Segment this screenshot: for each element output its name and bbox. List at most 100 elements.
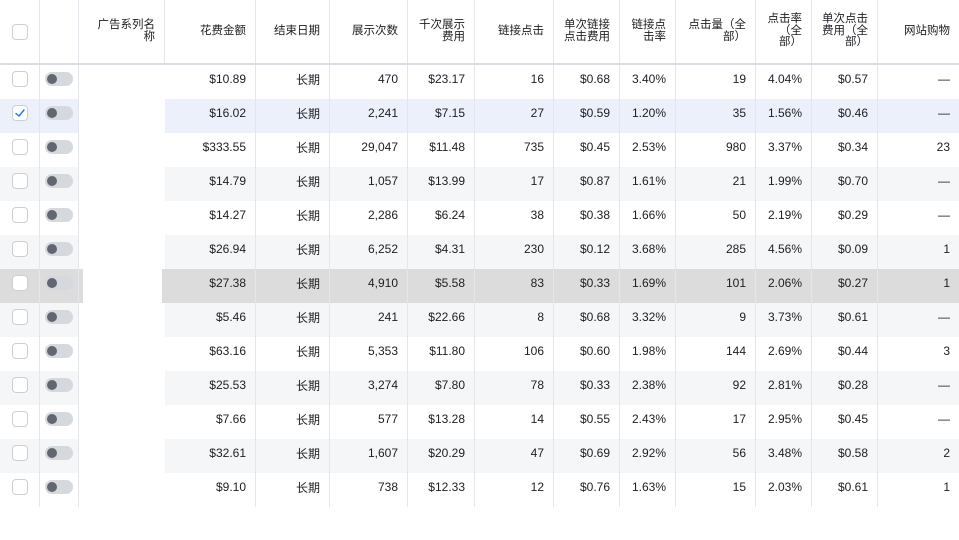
- campaign-name-cell[interactable]: [79, 439, 165, 473]
- header-cpm[interactable]: 千次展示 费用: [408, 0, 475, 63]
- ctr-all-cell: 1.99%: [756, 167, 812, 201]
- row-checkbox[interactable]: [11, 173, 28, 189]
- header-cpc-link[interactable]: 单次链接 点击费用: [554, 0, 620, 63]
- delivery-toggle[interactable]: [45, 72, 73, 86]
- table-row[interactable]: $7.66 长期 577 $13.28 14 $0.55 2.43% 17 2.95% $0.45…: [0, 405, 959, 439]
- table-row[interactable]: $25.53 长期 3,274 $7.80 78 $0.33 2.38% 92 2.81% $0.…: [0, 371, 959, 405]
- header-campaign-name[interactable]: 广告系列名称: [79, 0, 165, 63]
- toggle-knob: [47, 380, 57, 390]
- row-checkbox[interactable]: [11, 343, 28, 359]
- row-checkbox[interactable]: [11, 411, 28, 427]
- row-checkbox[interactable]: [11, 105, 28, 121]
- table-row[interactable]: $16.02 长期 2,241 $7.15 27 $0.59 1.20% 35 1.56% $0.…: [0, 99, 959, 133]
- table-header: 广告系列名称 花费金额 结束日期 展示次数 千次展示 费用 链接点击 单次链接 点击…: [0, 0, 959, 65]
- campaign-name-cell[interactable]: [79, 405, 165, 439]
- campaign-name-cell[interactable]: [79, 303, 165, 337]
- row-checkbox[interactable]: [11, 241, 28, 257]
- cpc-link-cell: $0.60: [554, 337, 620, 371]
- table-row[interactable]: $10.89 长期 470 $23.17 16 $0.68 3.40% 19 4.04% $0.5…: [0, 65, 959, 99]
- row-checkbox[interactable]: [11, 377, 28, 393]
- delivery-toggle[interactable]: [45, 174, 73, 188]
- table-row[interactable]: $333.55 长期 29,047 $11.48 735 $0.45 2.53% 980 3.3…: [0, 133, 959, 167]
- clicks-all-cell: 285: [676, 235, 756, 269]
- cpc-link-cell: $0.45: [554, 133, 620, 167]
- row-checkbox[interactable]: [11, 479, 28, 495]
- header-spend[interactable]: 花费金额: [165, 0, 256, 63]
- select-all-checkbox[interactable]: [11, 23, 28, 40]
- cpc-link-cell: $0.33: [554, 371, 620, 405]
- cpm-cell: $6.24: [408, 201, 475, 235]
- delivery-toggle[interactable]: [45, 480, 73, 494]
- delivery-toggle[interactable]: [45, 378, 73, 392]
- delivery-toggle[interactable]: [45, 344, 73, 358]
- campaign-name-cell[interactable]: [79, 167, 165, 201]
- row-checkbox[interactable]: [11, 207, 28, 223]
- header-ctr-all[interactable]: 点击率 （全 部）: [756, 0, 812, 63]
- table-body: $10.89 长期 470 $23.17 16 $0.68 3.40% 19 4.04% $0.5…: [0, 65, 959, 507]
- toggle-knob: [47, 176, 57, 186]
- row-toggle-cell: [40, 167, 79, 201]
- campaign-name-cell[interactable]: [79, 337, 165, 371]
- campaign-name-cell[interactable]: [79, 235, 165, 269]
- delivery-toggle[interactable]: [45, 276, 73, 290]
- table-row[interactable]: $32.61 长期 1,607 $20.29 47 $0.69 2.92% 56 3.48% $0…: [0, 439, 959, 473]
- spend-cell: $9.10: [165, 473, 256, 507]
- row-checkbox[interactable]: [11, 275, 28, 291]
- row-checkbox[interactable]: [11, 309, 28, 325]
- end-date-cell: 长期: [256, 405, 330, 439]
- row-checkbox[interactable]: [11, 445, 28, 461]
- header-impressions[interactable]: 展示次数: [330, 0, 408, 63]
- table-row[interactable]: $14.79 长期 1,057 $13.99 17 $0.87 1.61% 21 1.99% $0…: [0, 167, 959, 201]
- clicks-all-cell: 101: [676, 269, 756, 303]
- campaign-name-cell[interactable]: [79, 65, 165, 99]
- table-row[interactable]: $9.10 长期 738 $12.33 12 $0.76 1.63% 15 2.03% $0.61…: [0, 473, 959, 507]
- header-end-date[interactable]: 结束日期: [256, 0, 330, 63]
- impressions-cell: 1,057: [330, 167, 408, 201]
- cpc-link-cell: $0.59: [554, 99, 620, 133]
- header-ctr-link[interactable]: 链接点 击率: [620, 0, 676, 63]
- campaign-name-cell[interactable]: [79, 473, 165, 507]
- campaign-name-cell[interactable]: [79, 371, 165, 405]
- delivery-toggle[interactable]: [45, 310, 73, 324]
- toggle-knob: [47, 482, 57, 492]
- link-clicks-cell: 735: [475, 133, 554, 167]
- header-link-clicks[interactable]: 链接点击: [475, 0, 554, 63]
- table-row[interactable]: $26.94 长期 6,252 $4.31 230 $0.12 3.68% 285 4.56% $…: [0, 235, 959, 269]
- delivery-toggle[interactable]: [45, 208, 73, 222]
- row-checkbox[interactable]: [11, 71, 28, 87]
- campaign-name-cell[interactable]: [79, 99, 165, 133]
- delivery-toggle[interactable]: [45, 446, 73, 460]
- header-clicks-all[interactable]: 点击量（全 部）: [676, 0, 756, 63]
- campaign-name-redacted: [82, 201, 162, 235]
- ctr-link-cell: 2.53%: [620, 133, 676, 167]
- ctr-all-cell: 2.81%: [756, 371, 812, 405]
- delivery-toggle[interactable]: [45, 412, 73, 426]
- row-toggle-cell: [40, 473, 79, 507]
- campaign-name-cell[interactable]: [79, 201, 165, 235]
- row-toggle-cell: [40, 371, 79, 405]
- header-cpc-all[interactable]: 单次点击 费用（全 部）: [812, 0, 878, 63]
- campaign-name-cell[interactable]: [79, 269, 165, 303]
- cpc-all-cell: $0.46: [812, 99, 878, 133]
- toggle-knob: [47, 74, 57, 84]
- table-row[interactable]: $63.16 长期 5,353 $11.80 106 $0.60 1.98% 144 2.69%…: [0, 337, 959, 371]
- cpm-cell: $12.33: [408, 473, 475, 507]
- campaign-name-cell[interactable]: [79, 133, 165, 167]
- table-row[interactable]: $14.27 长期 2,286 $6.24 38 $0.38 1.66% 50 2.19% $0.…: [0, 201, 959, 235]
- table-row[interactable]: $27.38 长期 4,910 $5.58 83 $0.33 1.69% 101 2.06% $0…: [0, 269, 959, 303]
- header-website-purchases[interactable]: 网站购物: [878, 0, 959, 63]
- row-toggle-cell: [40, 235, 79, 269]
- header-select-cell: [0, 0, 40, 63]
- impressions-cell: 738: [330, 473, 408, 507]
- toggle-knob: [47, 210, 57, 220]
- table-row[interactable]: $5.46 长期 241 $22.66 8 $0.68 3.32% 9 3.73% $0.61 —: [0, 303, 959, 337]
- delivery-toggle[interactable]: [45, 242, 73, 256]
- spend-cell: $10.89: [165, 65, 256, 99]
- spend-cell: $7.66: [165, 405, 256, 439]
- delivery-toggle[interactable]: [45, 140, 73, 154]
- row-checkbox[interactable]: [11, 139, 28, 155]
- ctr-link-cell: 1.69%: [620, 269, 676, 303]
- ctr-all-cell: 2.69%: [756, 337, 812, 371]
- delivery-toggle[interactable]: [45, 106, 73, 120]
- row-toggle-cell: [40, 99, 79, 133]
